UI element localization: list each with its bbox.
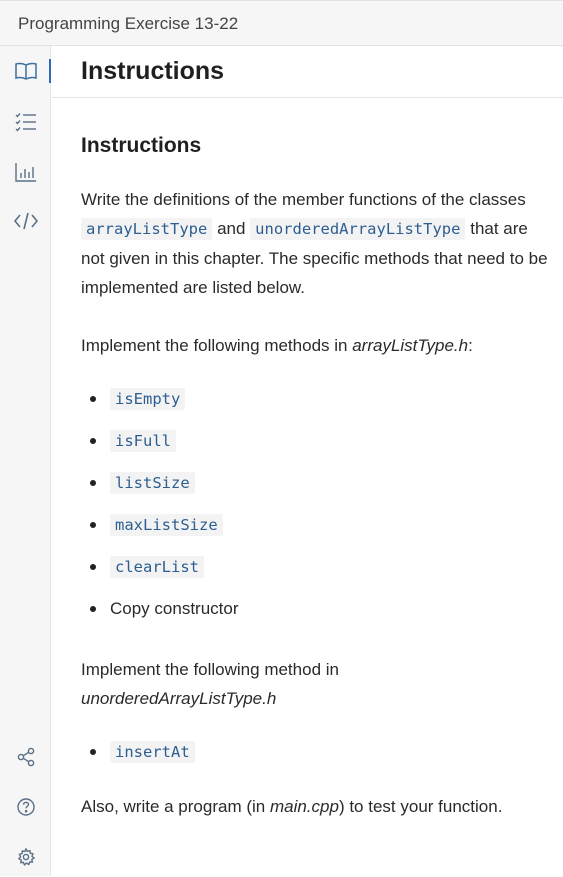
checklist-icon xyxy=(14,111,38,133)
instructions-heading: Instructions xyxy=(81,134,202,157)
sidebar-item-tasks[interactable] xyxy=(0,102,51,142)
method-clear-list: clearList xyxy=(110,556,204,578)
section1-suffix: : xyxy=(468,336,473,355)
window-title: Programming Exercise 13-22 xyxy=(18,14,239,33)
section2-paragraph: Implement the following method in unorder… xyxy=(81,655,549,713)
sidebar-item-results[interactable] xyxy=(0,152,51,192)
methods-list-1: isEmpty isFull listSize maxListSize clea… xyxy=(81,378,549,630)
section1-prefix: Implement the following methods in xyxy=(81,336,348,355)
help-icon xyxy=(16,797,36,817)
code-icon xyxy=(13,211,39,231)
share-icon xyxy=(16,747,36,767)
list-item: isEmpty xyxy=(81,378,549,420)
instructions-content: Instructions Write the definitions of th… xyxy=(81,132,549,821)
list-item: Copy constructor xyxy=(81,588,549,630)
footer-prefix: Also, write a program (in xyxy=(81,797,266,816)
section1-file: arrayListType.h xyxy=(352,336,469,355)
intro-paragraph: Write the definitions of the member func… xyxy=(81,185,549,302)
footer-paragraph: Also, write a program (in main.cpp) to t… xyxy=(81,792,549,821)
method-max-list-size: maxListSize xyxy=(110,514,223,536)
sidebar-item-share[interactable] xyxy=(0,737,51,777)
method-is-empty: isEmpty xyxy=(110,388,186,410)
footer-file: main.cpp xyxy=(269,797,339,816)
list-item: insertAt xyxy=(81,731,549,773)
chart-icon xyxy=(14,161,38,183)
list-item: isFull xyxy=(81,420,549,462)
gear-icon xyxy=(16,847,36,867)
footer-suffix: ) to test your function. xyxy=(338,797,503,816)
panel-header: Instructions xyxy=(52,46,563,98)
list-item: listSize xyxy=(81,462,549,504)
list-item: clearList xyxy=(81,546,549,588)
section1-paragraph: Implement the following methods in array… xyxy=(81,331,549,360)
sidebar xyxy=(0,46,51,876)
book-icon xyxy=(14,61,38,81)
list-item: maxListSize xyxy=(81,504,549,546)
method-list-size: listSize xyxy=(110,472,195,494)
title-bar: Programming Exercise 13-22 xyxy=(0,0,563,46)
sidebar-item-code[interactable] xyxy=(0,201,51,241)
method-is-full: isFull xyxy=(110,430,176,452)
sidebar-item-instructions[interactable] xyxy=(0,51,51,91)
code-array-list-type: arrayListType xyxy=(81,218,213,240)
intro-text-1: Write the definitions of the member func… xyxy=(81,190,526,209)
intro-text-2: and xyxy=(217,219,246,238)
section2-file: unorderedArrayListType.h xyxy=(81,689,277,708)
page-title: Instructions xyxy=(81,57,225,85)
sidebar-item-help[interactable] xyxy=(0,787,51,827)
methods-list-2: insertAt xyxy=(81,731,549,773)
section2-prefix: Implement the following method in xyxy=(81,660,339,679)
code-unordered-array-list-type: unorderedArrayListType xyxy=(250,218,466,240)
method-copy-constructor: Copy constructor xyxy=(110,599,239,618)
method-insert-at: insertAt xyxy=(110,741,195,763)
sidebar-item-settings[interactable] xyxy=(0,837,51,877)
main-panel: Instructions Instructions Write the defi… xyxy=(52,46,563,876)
